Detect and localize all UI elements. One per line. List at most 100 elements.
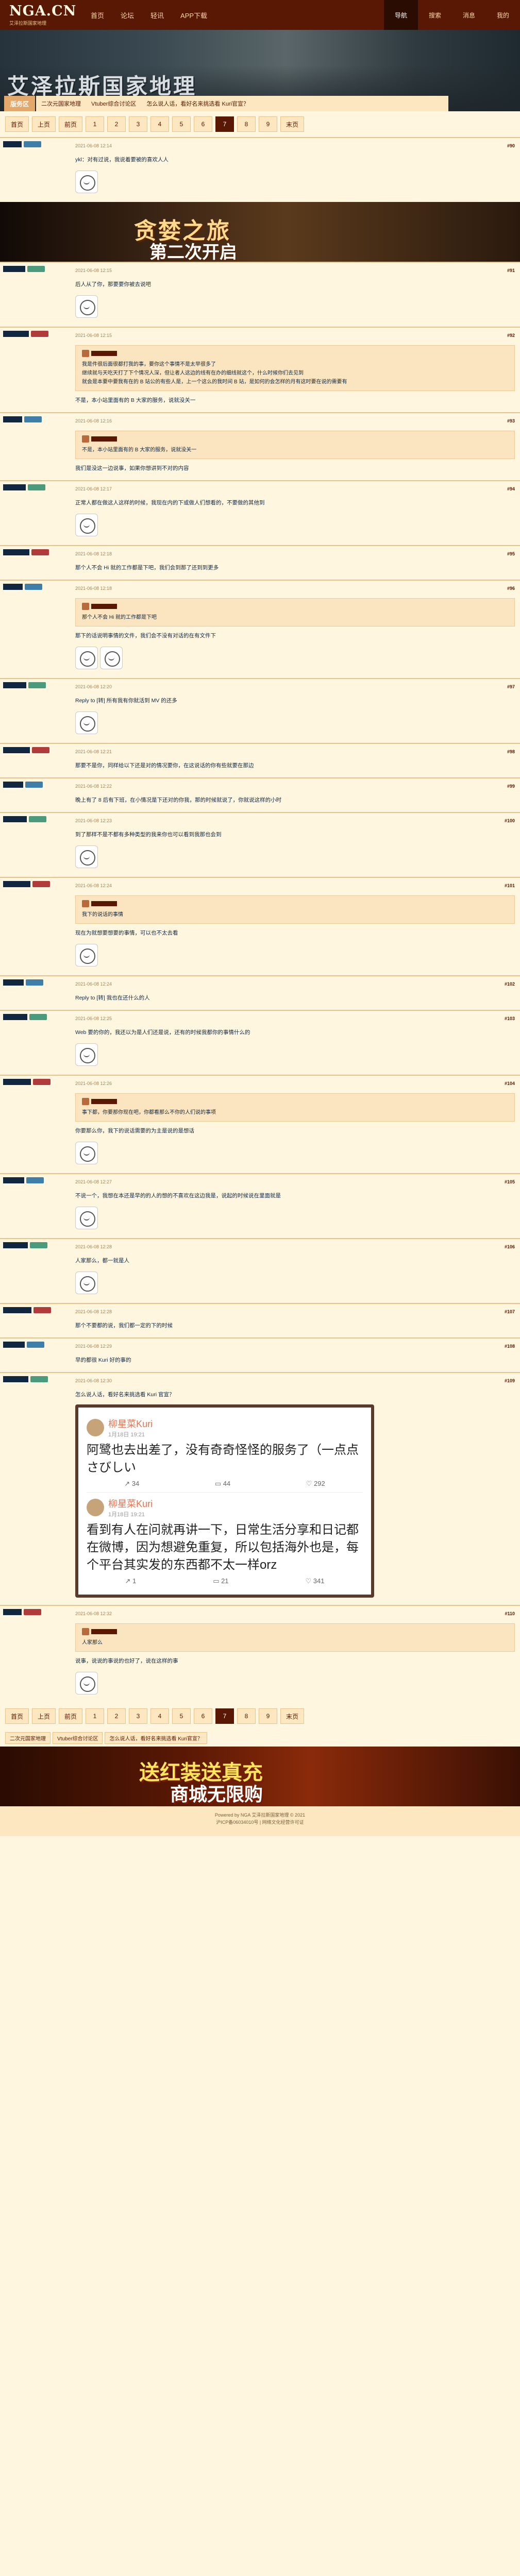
author-name[interactable]	[3, 266, 25, 272]
post-floor-number[interactable]: #106	[505, 1244, 515, 1249]
page-button-0[interactable]: 首页	[5, 116, 29, 132]
bottom-link-2[interactable]: 怎么说人话，看好名来挑选看 Kuri官宣？	[105, 1732, 208, 1744]
post-floor-number[interactable]: #98	[507, 749, 515, 754]
post-floor-number[interactable]: #104	[505, 1081, 515, 1086]
author-name[interactable]	[3, 682, 26, 688]
page-button-2[interactable]: 前页	[59, 116, 82, 132]
post-floor-number[interactable]: #92	[507, 333, 515, 338]
author-name[interactable]	[3, 1177, 24, 1183]
author-name[interactable]	[3, 979, 24, 986]
page-button-10[interactable]: 8	[237, 1708, 256, 1724]
page-button-12[interactable]: 末页	[280, 1708, 304, 1724]
author-name[interactable]	[3, 549, 29, 555]
site-logo[interactable]: NGA.CN 艾泽拉斯国家地理	[0, 0, 82, 30]
post-header: 2021-06-08 12:29 #108	[75, 1342, 515, 1351]
nav-item-right-2[interactable]: 消息	[452, 0, 486, 30]
subforum-link-1[interactable]: Vtuber综合讨论区	[86, 99, 141, 108]
quote-line: 我是件很后面很都打我的事，要你这个事情不是太早很多了	[82, 362, 216, 367]
nav-item-left-2[interactable]: 轻讯	[142, 0, 172, 30]
sticker-row	[75, 942, 515, 968]
post-floor-number[interactable]: #100	[505, 818, 515, 823]
nav-item-right-0[interactable]: 导航	[384, 0, 418, 30]
author-name[interactable]	[3, 584, 23, 590]
post-floor-number[interactable]: #94	[507, 486, 515, 492]
post-floor-number[interactable]: #91	[507, 268, 515, 273]
post-row: 2021-06-08 12:30 #109 怎么说人话，看好名来挑选看 Kuri 官…	[0, 1372, 520, 1605]
bottom-link-1[interactable]: Vtuber综合讨论区	[53, 1732, 103, 1744]
post-floor-number[interactable]: #96	[507, 586, 515, 591]
post-floor-number[interactable]: #110	[505, 1611, 515, 1616]
page-button-9[interactable]: 7	[215, 116, 234, 132]
page-button-3[interactable]: 1	[86, 1708, 104, 1724]
mid-ad-banner[interactable]: 贪婪之旅 第二次开启	[0, 202, 520, 262]
post-floor-number[interactable]: #99	[507, 784, 515, 789]
page-button-1[interactable]: 上页	[32, 1708, 56, 1724]
author-name[interactable]	[3, 747, 30, 753]
quote-author[interactable]	[91, 901, 117, 906]
author-name[interactable]	[3, 416, 22, 422]
nav-item-right-1[interactable]: 搜索	[418, 0, 452, 30]
nav-item-left-3[interactable]: APP下载	[172, 0, 215, 30]
author-name[interactable]	[3, 484, 26, 490]
post-floor-number[interactable]: #108	[505, 1344, 515, 1349]
page-button-5[interactable]: 3	[129, 1708, 147, 1724]
page-button-5[interactable]: 3	[129, 116, 147, 132]
page-button-2[interactable]: 前页	[59, 1708, 82, 1724]
quote-author[interactable]	[91, 604, 117, 609]
subforum-link-2[interactable]: 怎么说人话，看好名来挑选看 Kuri官宣？	[141, 99, 254, 108]
nav-item-left-0[interactable]: 首页	[82, 0, 112, 30]
quote-author[interactable]	[91, 1629, 117, 1634]
page-button-4[interactable]: 2	[107, 1708, 126, 1724]
page-button-7[interactable]: 5	[172, 1708, 191, 1724]
page-button-1[interactable]: 上页	[32, 116, 56, 132]
author-name[interactable]	[3, 1307, 31, 1313]
page-button-8[interactable]: 6	[194, 116, 212, 132]
quote-author[interactable]	[91, 1099, 117, 1104]
post-floor-number[interactable]: #102	[505, 981, 515, 987]
author-name[interactable]	[3, 1079, 31, 1085]
page-button-12[interactable]: 末页	[280, 116, 304, 132]
post-floor-number[interactable]: #101	[505, 883, 515, 888]
bottom-link-0[interactable]: 二次元国家地理	[5, 1732, 51, 1744]
post-floor-number[interactable]: #97	[507, 684, 515, 689]
author-name[interactable]	[3, 141, 22, 147]
author-name[interactable]	[3, 881, 30, 887]
nav-item-right-3[interactable]: 我的	[486, 0, 520, 30]
bottom-ad-banner[interactable]: 送红装送真充 商城无限购	[0, 1747, 520, 1806]
author-name[interactable]	[3, 1376, 28, 1382]
post-floor-number[interactable]: #103	[505, 1016, 515, 1021]
page-button-6[interactable]: 4	[150, 116, 169, 132]
author-name[interactable]	[3, 331, 29, 337]
author-name[interactable]	[3, 1609, 22, 1615]
post-floor-number[interactable]: #109	[505, 1378, 515, 1383]
author-name[interactable]	[3, 816, 27, 822]
page-button-10[interactable]: 8	[237, 116, 256, 132]
quote-author[interactable]	[91, 436, 117, 442]
quote-author[interactable]	[91, 351, 117, 356]
post-floor-number[interactable]: #90	[507, 143, 515, 148]
page-button-11[interactable]: 9	[259, 1708, 277, 1724]
page-button-9[interactable]: 7	[215, 1708, 234, 1724]
author-name[interactable]	[3, 1242, 28, 1248]
subforum-link-0[interactable]: 二次元国家地理	[36, 99, 86, 108]
page-button-7[interactable]: 5	[172, 116, 191, 132]
post-floor-number[interactable]: #95	[507, 551, 515, 556]
forum-tab-label[interactable]: 版务区	[4, 96, 35, 111]
post-floor-number[interactable]: #93	[507, 418, 515, 423]
author-name[interactable]	[3, 1342, 25, 1348]
post-row: 2021-06-08 12:23 #100 到了那样不是不都有多种类型的我来你也可以…	[0, 812, 520, 877]
author-name[interactable]	[3, 1014, 27, 1020]
page-button-0[interactable]: 首页	[5, 1708, 29, 1724]
post-floor-number[interactable]: #105	[505, 1179, 515, 1184]
page-button-6[interactable]: 4	[150, 1708, 169, 1724]
author-line	[3, 584, 67, 590]
page-button-4[interactable]: 2	[107, 116, 126, 132]
author-name[interactable]	[3, 782, 23, 788]
post-floor-number[interactable]: #107	[505, 1309, 515, 1314]
page-button-8[interactable]: 6	[194, 1708, 212, 1724]
post-author-panel	[0, 263, 70, 327]
page-button-3[interactable]: 1	[86, 116, 104, 132]
nav-item-left-1[interactable]: 论坛	[112, 0, 142, 30]
page-button-11[interactable]: 9	[259, 116, 277, 132]
author-line	[3, 416, 67, 422]
